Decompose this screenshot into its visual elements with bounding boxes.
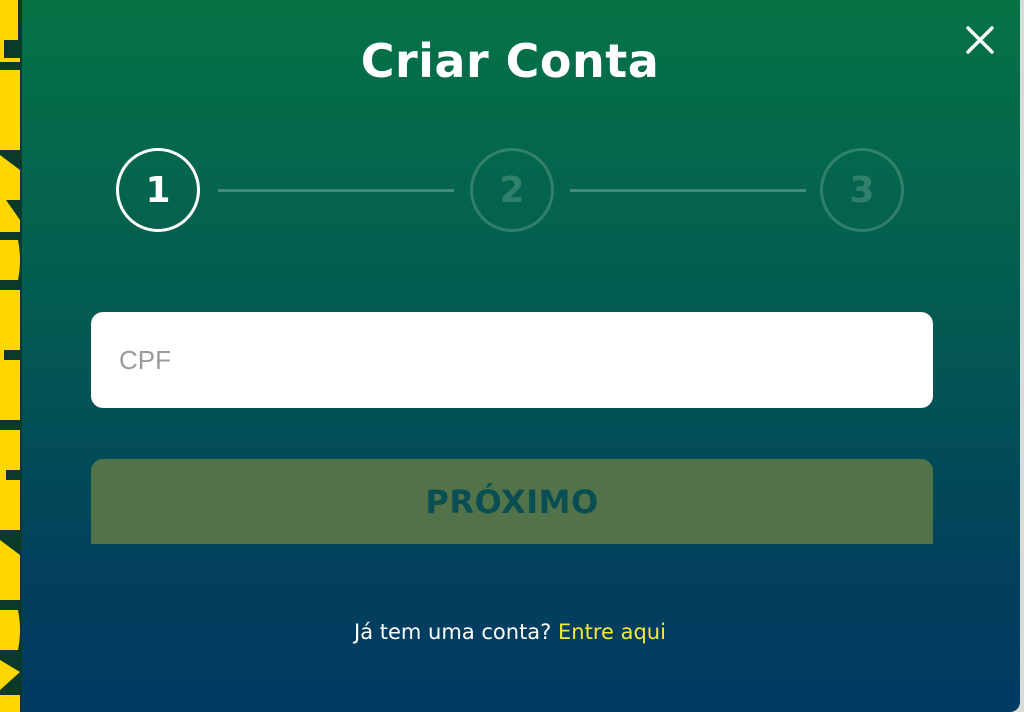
step-2-indicator: 2 bbox=[470, 148, 554, 232]
progress-stepper: 1 2 3 bbox=[116, 148, 908, 236]
next-button[interactable]: PRÓXIMO bbox=[91, 459, 933, 544]
login-prompt: Já tem uma conta? Entre aqui bbox=[0, 620, 1020, 644]
step-connector-2-3 bbox=[570, 189, 806, 192]
step-3-indicator: 3 bbox=[820, 148, 904, 232]
page: Criar Conta 1 2 3 PRÓXIMO Já tem uma con… bbox=[0, 0, 1024, 712]
modal-title: Criar Conta bbox=[360, 34, 660, 88]
create-account-modal: Criar Conta 1 2 3 PRÓXIMO Já tem uma con… bbox=[0, 0, 1020, 712]
login-link[interactable]: Entre aqui bbox=[558, 620, 666, 644]
decorative-side-art-graphic bbox=[0, 0, 22, 712]
step-1-indicator: 1 bbox=[116, 148, 200, 232]
decorative-side-art bbox=[0, 0, 22, 712]
login-prompt-text: Já tem uma conta? bbox=[354, 620, 552, 644]
step-connector-1-2 bbox=[218, 189, 454, 192]
cpf-input[interactable] bbox=[91, 312, 933, 408]
